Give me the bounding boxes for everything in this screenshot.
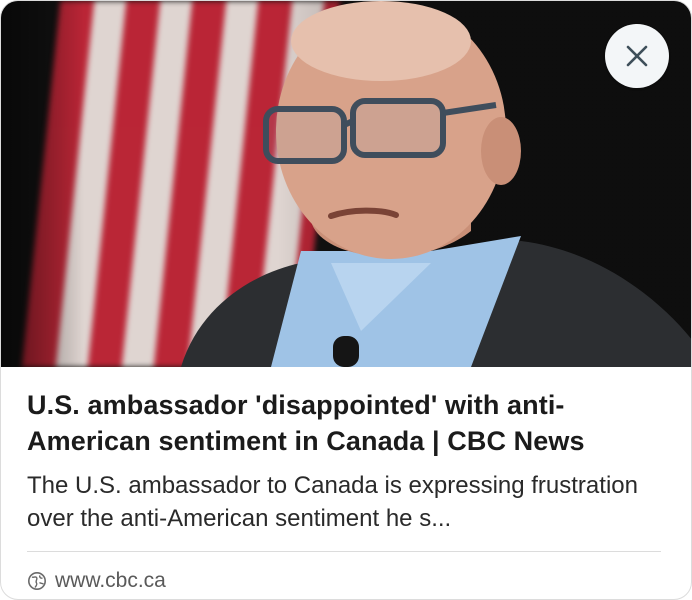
divider	[27, 551, 661, 552]
ambassador-portrait	[181, 1, 691, 367]
globe-icon	[27, 571, 47, 591]
preview-image[interactable]	[1, 1, 691, 367]
link-preview-card[interactable]: U.S. ambassador 'disappointed' with anti…	[0, 0, 692, 600]
close-icon	[624, 43, 650, 69]
preview-title[interactable]: U.S. ambassador 'disappointed' with anti…	[27, 387, 667, 459]
source-domain: www.cbc.ca	[55, 569, 166, 592]
source-link[interactable]: www.cbc.ca	[27, 567, 166, 595]
close-button[interactable]	[605, 24, 669, 88]
preview-description: The U.S. ambassador to Canada is express…	[27, 472, 638, 532]
preview-text: U.S. ambassador 'disappointed' with anti…	[27, 367, 667, 535]
